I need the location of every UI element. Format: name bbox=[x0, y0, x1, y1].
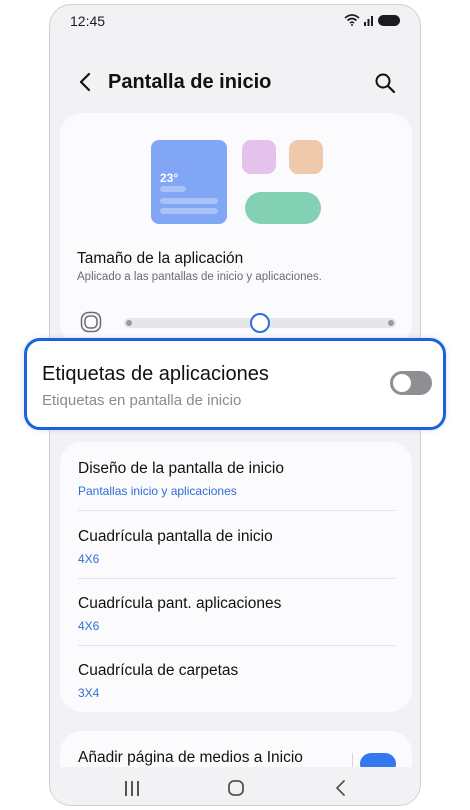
signal-icon bbox=[364, 16, 373, 26]
page-title: Pantalla de inicio bbox=[108, 71, 272, 93]
weather-widget-preview: 23° bbox=[151, 140, 227, 224]
divider bbox=[78, 510, 396, 511]
app-icon-preview bbox=[289, 140, 323, 174]
divider bbox=[78, 578, 396, 579]
list-item-folder-grid[interactable]: Cuadrícula de carpetas 3X4 bbox=[78, 662, 396, 700]
preview-bar bbox=[160, 208, 218, 214]
status-icons bbox=[344, 14, 400, 26]
widget-preview bbox=[245, 192, 321, 224]
list-item-value: 4X6 bbox=[78, 619, 100, 633]
app-labels-row[interactable]: Etiquetas de aplicaciones Etiquetas en p… bbox=[24, 338, 446, 430]
app-size-title: Tamaño de la aplicación bbox=[77, 250, 244, 267]
list-item-apps-grid[interactable]: Cuadrícula pant. aplicaciones 4X6 bbox=[78, 595, 396, 633]
navigation-bar bbox=[50, 767, 420, 805]
list-item-title: Cuadrícula pant. aplicaciones bbox=[78, 595, 282, 612]
app-size-card: 23° Tamaño de la aplicación Aplicado a l… bbox=[60, 113, 412, 345]
list-item-home-layout[interactable]: Diseño de la pantalla de inicio Pantalla… bbox=[78, 460, 396, 498]
status-bar: 12:45 bbox=[50, 5, 420, 41]
recents-icon[interactable] bbox=[120, 777, 144, 799]
preview-bar bbox=[160, 186, 186, 192]
preview-bar bbox=[160, 198, 218, 204]
app-size-icon bbox=[80, 311, 102, 333]
app-labels-toggle[interactable] bbox=[390, 371, 432, 395]
app-header: Pantalla de inicio bbox=[50, 61, 420, 105]
slider-step bbox=[388, 320, 394, 326]
chevron-left-icon[interactable] bbox=[76, 71, 96, 93]
list-item-home-grid[interactable]: Cuadrícula pantalla de inicio 4X6 bbox=[78, 528, 396, 566]
home-screen-preview: 23° bbox=[151, 136, 323, 224]
divider bbox=[78, 645, 396, 646]
list-item-value: 3X4 bbox=[78, 686, 100, 700]
app-size-subtitle: Aplicado a las pantallas de inicio y apl… bbox=[77, 271, 322, 283]
home-settings-list: Diseño de la pantalla de inicio Pantalla… bbox=[60, 442, 412, 712]
wifi-icon bbox=[344, 14, 360, 26]
slider-step bbox=[126, 320, 132, 326]
list-item-title: Diseño de la pantalla de inicio bbox=[78, 460, 284, 477]
toggle-knob bbox=[393, 374, 411, 392]
app-icon-preview bbox=[242, 140, 276, 174]
search-icon[interactable] bbox=[374, 72, 396, 94]
list-item-title: Cuadrícula de carpetas bbox=[78, 662, 239, 679]
list-item-value: Pantallas inicio y aplicaciones bbox=[78, 484, 237, 498]
app-labels-title: Etiquetas de aplicaciones bbox=[42, 363, 269, 385]
app-labels-subtitle: Etiquetas en pantalla de inicio bbox=[42, 392, 242, 409]
slider-thumb[interactable] bbox=[250, 313, 270, 333]
battery-icon bbox=[378, 14, 400, 26]
media-page-title: Añadir página de medios a Inicio bbox=[78, 749, 303, 766]
status-time: 12:45 bbox=[70, 13, 106, 29]
home-icon[interactable] bbox=[224, 777, 248, 799]
list-item-value: 4X6 bbox=[78, 552, 100, 566]
preview-temperature: 23° bbox=[160, 171, 179, 185]
list-item-title: Cuadrícula pantalla de inicio bbox=[78, 528, 273, 545]
nav-back-icon[interactable] bbox=[329, 777, 353, 799]
app-size-slider[interactable] bbox=[124, 313, 396, 333]
